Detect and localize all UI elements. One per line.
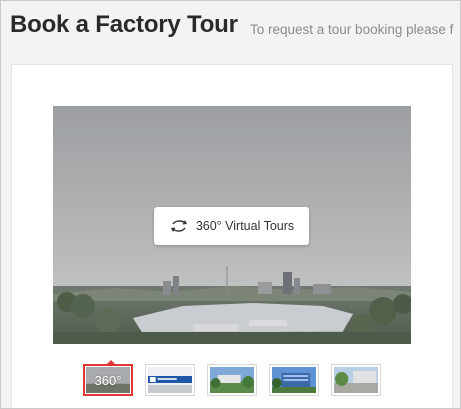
- page-subtitle: To request a tour booking please f: [250, 22, 454, 37]
- thumbnail-5[interactable]: [331, 364, 381, 396]
- thumbnail-5-image: [334, 367, 378, 393]
- virtual-tour-button[interactable]: 360° Virtual Tours: [154, 207, 309, 245]
- thumbnail-360-image: 360°: [86, 367, 130, 393]
- thumbnail-strip: 360°: [83, 360, 383, 400]
- thumbnail-4[interactable]: [269, 364, 319, 396]
- virtual-tour-label: 360° Virtual Tours: [195, 219, 295, 233]
- page-frame: Book a Factory Tour To request a tour bo…: [0, 0, 461, 409]
- panorama-viewer[interactable]: 360° Virtual Tours: [53, 106, 411, 344]
- tour-card: 360° Virtual Tours 360°: [11, 64, 453, 408]
- thumbnail-2-image: [148, 367, 192, 393]
- thumbnail-360-label: 360°: [94, 372, 122, 388]
- page-title: Book a Factory Tour: [10, 11, 238, 38]
- thumbnail-4-image: [272, 367, 316, 393]
- thumbnail-3[interactable]: [207, 364, 257, 396]
- thumbnail-360[interactable]: 360°: [83, 360, 133, 396]
- active-indicator: [106, 360, 116, 365]
- rotate-360-icon: [169, 216, 189, 236]
- thumbnail-2[interactable]: [145, 364, 195, 396]
- page-header: Book a Factory Tour To request a tour bo…: [1, 1, 460, 53]
- thumbnail-3-image: [210, 367, 254, 393]
